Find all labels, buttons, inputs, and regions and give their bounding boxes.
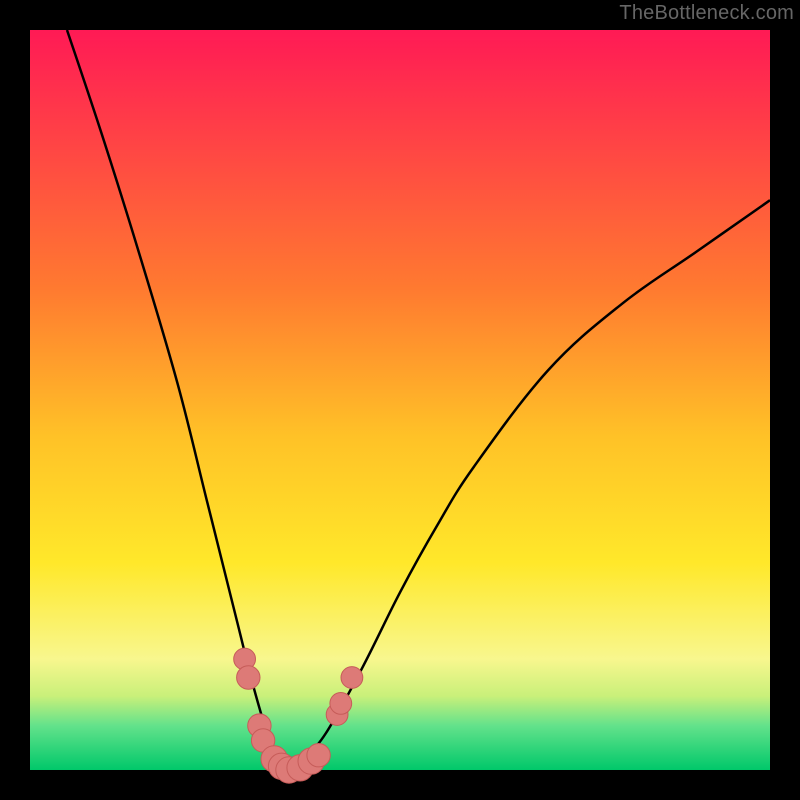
plot-area	[30, 30, 770, 770]
marker-dot	[237, 666, 260, 689]
bottleneck-chart	[0, 0, 800, 800]
marker-dot	[307, 744, 330, 767]
chart-stage: TheBottleneck.com	[0, 0, 800, 800]
marker-dot	[341, 667, 363, 689]
marker-dot	[330, 693, 352, 715]
watermark-text: TheBottleneck.com	[619, 2, 794, 25]
